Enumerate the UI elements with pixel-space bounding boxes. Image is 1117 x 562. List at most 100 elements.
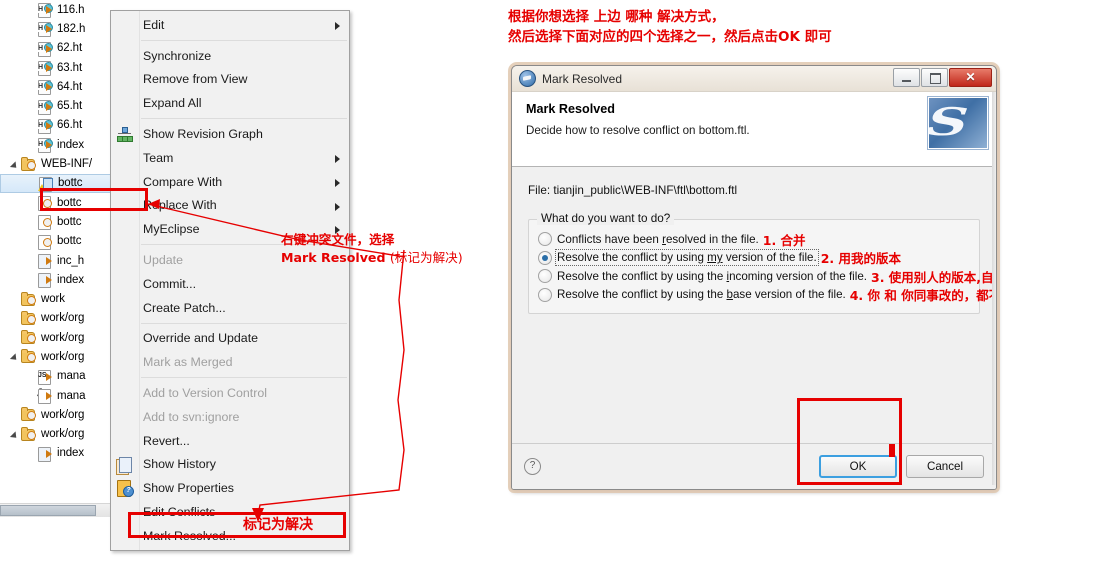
dialog-titlebar[interactable]: Mark Resolved ✕ xyxy=(512,66,996,92)
mark-resolved-dialog[interactable]: Mark Resolved ✕ Mark Resolved Decide how… xyxy=(511,65,997,490)
package-folder-icon xyxy=(21,349,38,364)
group-legend: What do you want to do? xyxy=(537,212,675,225)
top-note-line-2: 然后选择下面对应的四个选择之一，然后点击OK 即可 xyxy=(508,28,832,45)
tree-item[interactable]: work/org xyxy=(0,347,120,366)
menu-item-edit[interactable]: Edit xyxy=(111,13,349,37)
tree-item[interactable]: bottc xyxy=(0,212,120,231)
radio-label: Resolve the conflict by using my version… xyxy=(555,249,819,267)
menu-item-edit-conflicts[interactable]: Edit Conflicts xyxy=(111,500,349,524)
tree-item-label: work/org xyxy=(41,428,85,441)
close-button[interactable]: ✕ xyxy=(949,68,992,87)
tree-item[interactable]: work/org xyxy=(0,405,120,424)
maximize-button[interactable] xyxy=(921,68,948,87)
tree-item[interactable]: Hindex xyxy=(0,135,120,154)
package-folder-icon xyxy=(21,156,38,172)
resolution-radio-list[interactable]: Conflicts have been resolved in the file… xyxy=(538,230,996,305)
menu-separator xyxy=(141,322,347,324)
expander-arrow-icon[interactable] xyxy=(10,425,21,444)
tree-item[interactable]: JS mana xyxy=(0,367,120,386)
menu-item-override-and-update[interactable]: Override and Update xyxy=(111,327,349,351)
menu-item-expand-all[interactable]: Expand All xyxy=(111,91,349,115)
menu-item-show-revision-graph[interactable]: Show Revision Graph xyxy=(111,122,349,146)
radio-label-pre: Resolve the conflict by using the xyxy=(557,288,727,302)
menu-item-team[interactable]: Team xyxy=(111,146,349,170)
dialog-body: File: tianjin_public\WEB-INF\ftl\bottom.… xyxy=(512,167,996,445)
expander-arrow-icon[interactable] xyxy=(10,155,21,174)
menu-item-revert[interactable]: Revert... xyxy=(111,429,349,453)
expander-arrow-icon[interactable] xyxy=(10,347,21,366)
tree-note-line-2: Mark Resolved (标记为解决) xyxy=(281,249,463,267)
tree-item-label: work/org xyxy=(41,408,85,421)
resolution-option-2[interactable]: Resolve the conflict by using my version… xyxy=(538,249,971,268)
tree-item[interactable]: work/org xyxy=(0,425,120,444)
scrollbar-thumb[interactable] xyxy=(0,505,96,516)
tree-item[interactable]: H 62.ht xyxy=(0,39,120,58)
window-controls[interactable]: ✕ xyxy=(892,68,992,87)
menu-item-show-history[interactable]: Show History xyxy=(111,453,349,477)
radio-button[interactable] xyxy=(538,269,552,284)
menu-item-label: Mark as Merged xyxy=(143,355,233,370)
menu-item-remove-from-view[interactable]: Remove from View xyxy=(111,68,349,92)
menu-item-create-patch[interactable]: Create Patch... xyxy=(111,296,349,320)
tree-item-selected[interactable]: bottc xyxy=(0,173,120,193)
tree-note-line-1: 右键冲突文件，选择 xyxy=(281,232,395,247)
tree-item[interactable]: index xyxy=(0,270,120,289)
radio-label-pre: Resolve the conflict by using xyxy=(557,251,708,265)
menu-item-commit[interactable]: Commit... xyxy=(111,272,349,296)
tree-item[interactable]: inc_h xyxy=(0,251,120,270)
menu-item-compare-with[interactable]: Compare With xyxy=(111,170,349,194)
menu-item-label: Commit... xyxy=(143,276,197,291)
plain-file-icon xyxy=(37,234,54,250)
package-folder-icon xyxy=(21,330,38,345)
tree-item[interactable]: H 66.ht xyxy=(0,116,120,135)
tree-item[interactable]: work/org xyxy=(0,328,120,347)
tree-item[interactable]: H 63.ht xyxy=(0,58,120,77)
menu-item-label: Show History xyxy=(143,457,216,472)
menu-item-show-properties[interactable]: ? Show Properties xyxy=(111,476,349,500)
help-icon[interactable]: ? xyxy=(524,458,541,475)
resolution-option-3[interactable]: Resolve the conflict by using the incomi… xyxy=(538,267,996,286)
menu-item-mark-resolved[interactable]: Mark Resolved... xyxy=(111,524,349,548)
cancel-button[interactable]: Cancel xyxy=(906,455,984,478)
tree-item[interactable]: H 116.h xyxy=(0,0,120,19)
tree-horizontal-scrollbar[interactable] xyxy=(0,503,118,517)
tree-item-label: bottc xyxy=(57,215,82,228)
tree-item[interactable]: bottc xyxy=(0,232,120,251)
tree-item[interactable]: bottc xyxy=(0,193,120,212)
radio-button[interactable] xyxy=(538,232,552,247)
menu-item-replace-with[interactable]: Replace With xyxy=(111,194,349,218)
tree-item[interactable]: H 65.ht xyxy=(0,96,120,115)
radio-button[interactable] xyxy=(538,250,552,265)
tree-item[interactable]: H 182.h xyxy=(0,19,120,38)
subversive-logo-icon: S xyxy=(928,97,988,149)
tree-item[interactable]: WEB-INF/ xyxy=(0,154,120,173)
tree-item[interactable]: H 64.ht xyxy=(0,77,120,96)
menu-item-label: Mark Resolved... xyxy=(143,528,236,543)
menu-item-label: Synchronize xyxy=(143,48,212,63)
plain-file-icon xyxy=(37,195,54,212)
tree-item[interactable]: index xyxy=(0,444,120,463)
menu-separator xyxy=(141,377,347,379)
tree-note-en: Mark Resolved xyxy=(281,250,386,266)
menu-item-synchronize[interactable]: Synchronize xyxy=(111,44,349,68)
menu-item-label: Team xyxy=(143,150,174,165)
tree-item[interactable]: work/org xyxy=(0,309,120,328)
close-icon: ✕ xyxy=(965,70,976,84)
package-explorer-tree[interactable]: H 116.h H 182.h H 62.ht H 63.ht H 64.ht H 65.ht H 66.… xyxy=(0,0,120,520)
resolution-option-4[interactable]: Resolve the conflict by using the base v… xyxy=(538,286,996,305)
minimize-button[interactable] xyxy=(893,68,920,87)
ok-button[interactable]: OK xyxy=(819,455,897,478)
tree-item[interactable]: work xyxy=(0,289,120,308)
menu-mark-resolved-note: 标记为解决 xyxy=(243,517,313,533)
resolution-option-1[interactable]: Conflicts have been resolved in the file… xyxy=(538,230,971,249)
tree-item[interactable]: Jmana xyxy=(0,386,120,405)
radio-button[interactable] xyxy=(538,287,552,302)
radio-label-post: version of the file. xyxy=(722,251,817,265)
svn-context-menu[interactable]: Edit Synchronize Remove from View Expand Al… xyxy=(110,10,350,551)
